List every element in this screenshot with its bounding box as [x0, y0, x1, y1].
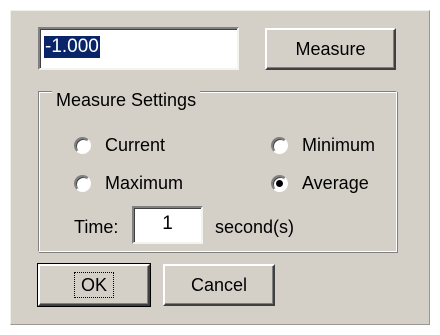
ok-button-label: OK [73, 272, 114, 298]
measured-value-field[interactable]: -1.000 [38, 27, 239, 70]
radio-minimum[interactable]: Minimum [271, 135, 375, 156]
radio-maximum-label: Maximum [105, 173, 184, 193]
radio-current[interactable]: Current [74, 135, 165, 156]
radio-current-label: Current [105, 135, 166, 155]
radio-average-label: Average [302, 173, 369, 193]
radio-minimum-label: Minimum [302, 135, 376, 155]
time-unit-label: second(s) [215, 217, 295, 237]
cancel-button[interactable]: Cancel [163, 264, 275, 306]
ok-button[interactable]: OK [37, 263, 151, 307]
radio-average[interactable]: Average [271, 173, 369, 194]
radio-maximum[interactable]: Maximum [74, 173, 183, 194]
radio-current-circle[interactable] [74, 137, 91, 154]
measured-value-text: -1.000 [44, 36, 100, 58]
radio-average-circle[interactable] [271, 175, 288, 192]
measure-button[interactable]: Measure [265, 28, 396, 70]
radio-minimum-circle[interactable] [271, 137, 288, 154]
time-input[interactable]: 1 [132, 206, 203, 244]
radio-maximum-circle[interactable] [74, 175, 91, 192]
measure-settings-title: Measure Settings [52, 90, 201, 110]
time-label: Time: [74, 217, 119, 237]
